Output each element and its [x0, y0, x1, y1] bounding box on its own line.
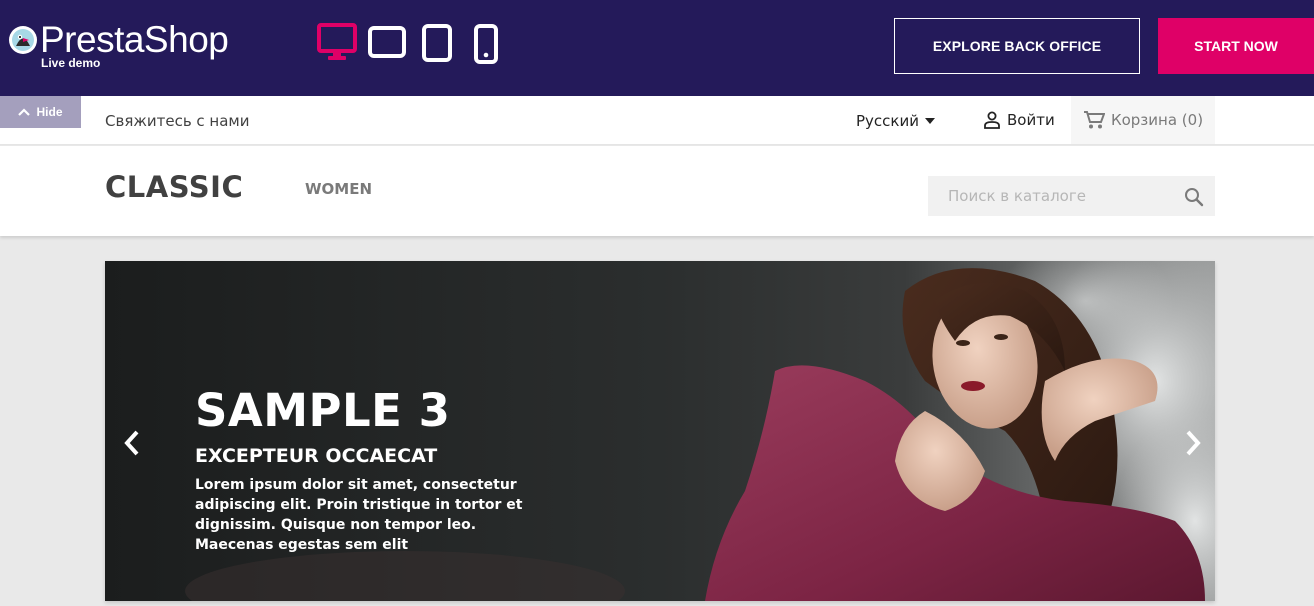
brand-name: PrestaShop — [40, 19, 229, 60]
search-widget — [928, 176, 1215, 216]
shopping-cart-icon — [1083, 111, 1105, 129]
mobile-icon[interactable] — [474, 24, 498, 68]
demo-top-bar: PrestaShop Live demo EXPLORE BACK OFFICE… — [0, 0, 1314, 96]
desktop-icon[interactable] — [316, 22, 358, 66]
chevron-right-icon — [1186, 430, 1201, 456]
brand-subtitle: Live demo — [41, 56, 101, 70]
language-label: Русский — [856, 112, 919, 130]
sign-in-label: Войти — [1007, 111, 1055, 129]
chevron-left-icon — [124, 430, 139, 456]
prestashop-logo[interactable]: PrestaShop Live demo — [8, 20, 268, 74]
tablet-portrait-icon[interactable] — [422, 24, 452, 68]
contact-us-link[interactable]: Свяжитесь с нами — [105, 112, 250, 130]
hide-demo-bar-button[interactable]: Hide — [0, 96, 81, 128]
slide-subtitle: EXCEPTEUR OCCAECAT — [195, 445, 438, 467]
sign-in-link[interactable]: Войти — [983, 111, 1055, 129]
cart-button[interactable]: Корзина (0) — [1071, 96, 1215, 144]
language-selector[interactable]: Русский — [856, 112, 935, 130]
device-switcher — [316, 22, 516, 66]
shop-logo[interactable]: CLASSIC — [105, 170, 243, 204]
explore-back-office-button[interactable]: EXPLORE BACK OFFICE — [894, 18, 1140, 74]
carousel-prev-button[interactable] — [117, 425, 147, 461]
menu-item-women[interactable]: WOMEN — [305, 180, 372, 198]
slide-title: SAMPLE 3 — [195, 384, 451, 437]
chevron-up-icon — [18, 108, 31, 116]
homepage-carousel: SAMPLE 3 EXCEPTEUR OCCAECAT Lorem ipsum … — [105, 261, 1215, 601]
puffin-icon — [9, 26, 37, 54]
search-icon[interactable] — [1184, 187, 1204, 207]
start-now-button[interactable]: START NOW — [1158, 18, 1314, 74]
header-nav: Hide Свяжитесь с нами Русский Войти Корз… — [0, 96, 1314, 145]
carousel-next-button[interactable] — [1178, 425, 1208, 461]
tablet-landscape-icon[interactable] — [368, 26, 406, 70]
search-input[interactable] — [928, 176, 1178, 216]
hide-label: Hide — [36, 105, 63, 119]
user-icon — [984, 111, 1000, 129]
caret-down-icon — [924, 118, 935, 124]
slide-description: Lorem ipsum dolor sit amet, consectetur … — [195, 477, 523, 553]
slide-caption: SAMPLE 3 EXCEPTEUR OCCAECAT Lorem ipsum … — [195, 385, 555, 555]
cart-label: Корзина (0) — [1110, 111, 1204, 129]
main-header: CLASSIC WOMEN — [0, 146, 1314, 236]
